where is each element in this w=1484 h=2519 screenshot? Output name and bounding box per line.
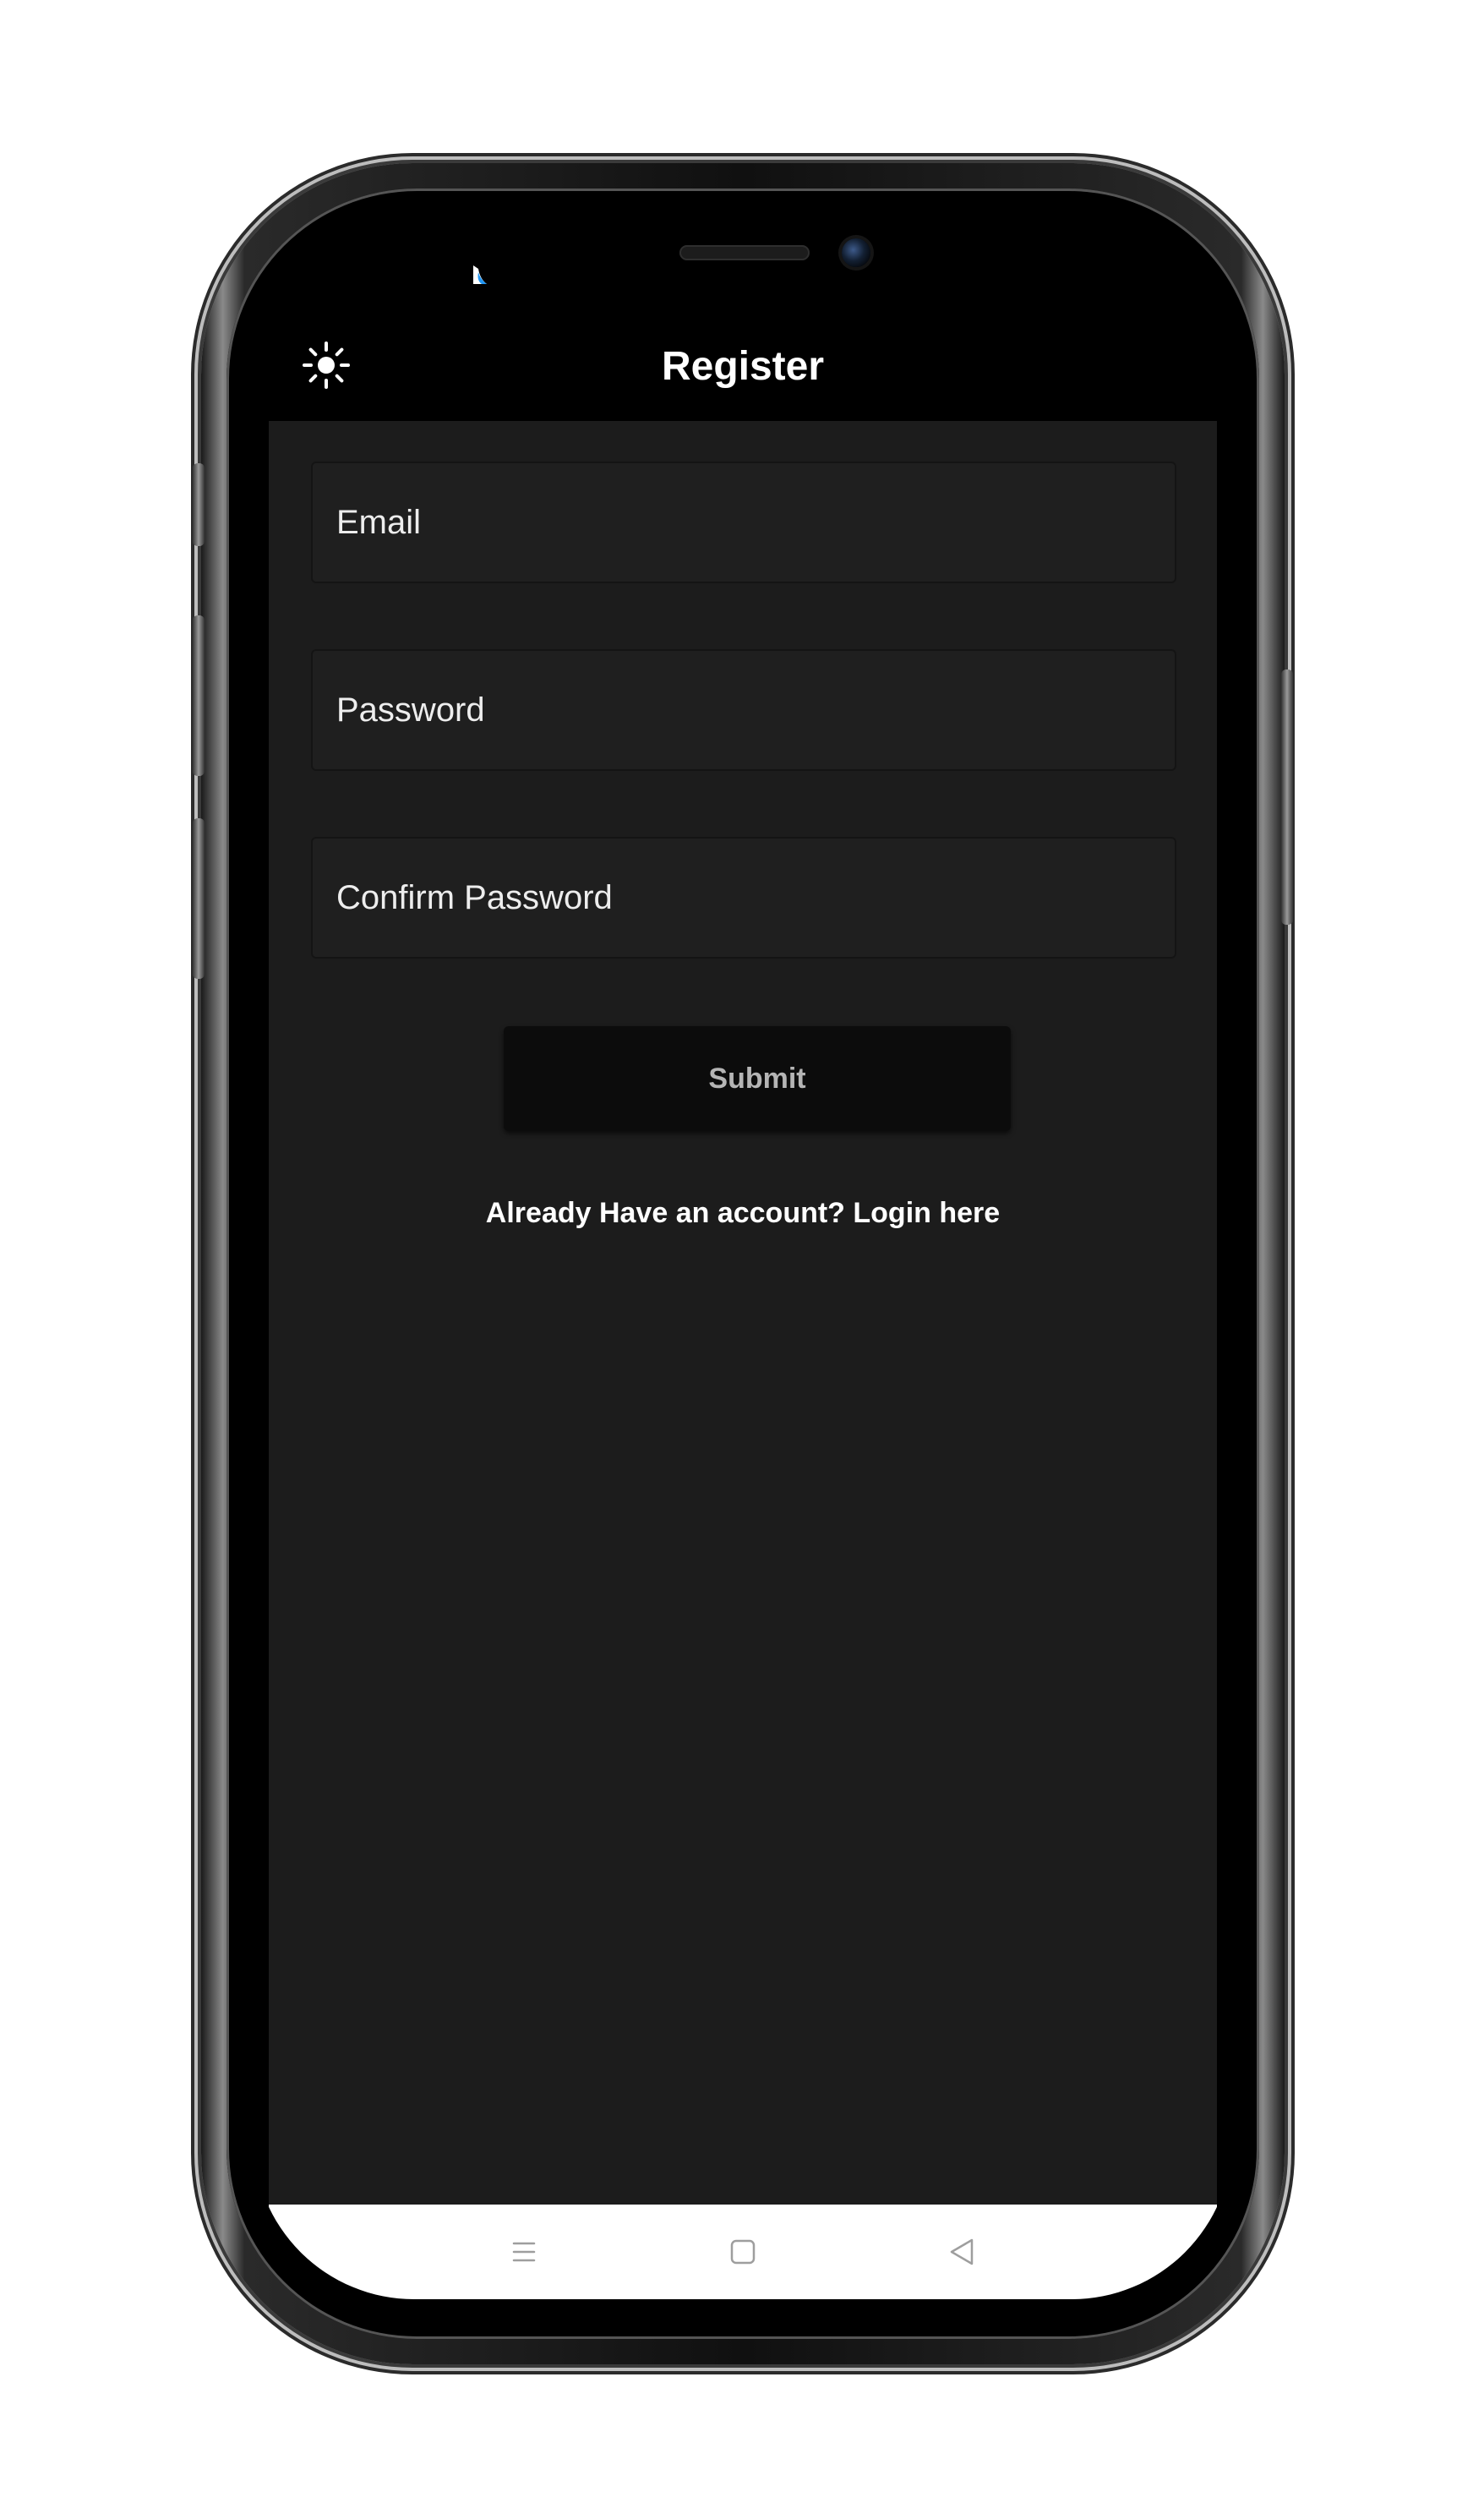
back-icon[interactable] [936,2227,987,2277]
password-field[interactable] [313,651,1175,769]
page: Register Submit Already Have an account?… [0,0,1484,2519]
email-field-container [311,462,1176,583]
front-camera [842,238,870,267]
earpiece-speaker [679,245,810,260]
power-button [1281,669,1293,925]
email-field[interactable] [313,463,1175,582]
app-bar: Register [254,311,1232,421]
submit-button[interactable]: Submit [504,1026,1011,1131]
register-form: Submit Already Have an account? Login he… [269,421,1217,2205]
system-nav-bar [269,2205,1217,2299]
confirm-password-field[interactable] [313,839,1175,957]
home-icon[interactable] [717,2227,768,2277]
notification-icon [473,265,487,284]
menu-icon[interactable] [499,2227,549,2277]
mute-switch [193,463,205,546]
login-link[interactable]: Already Have an account? Login here [269,1195,1217,1231]
confirm-password-field-container [311,837,1176,959]
page-title: Register [661,344,825,389]
volume-up-button [193,615,205,776]
password-field-container [311,649,1176,771]
volume-down-button [193,818,205,979]
phone-screen: Register Submit Already Have an account?… [254,211,1232,2299]
